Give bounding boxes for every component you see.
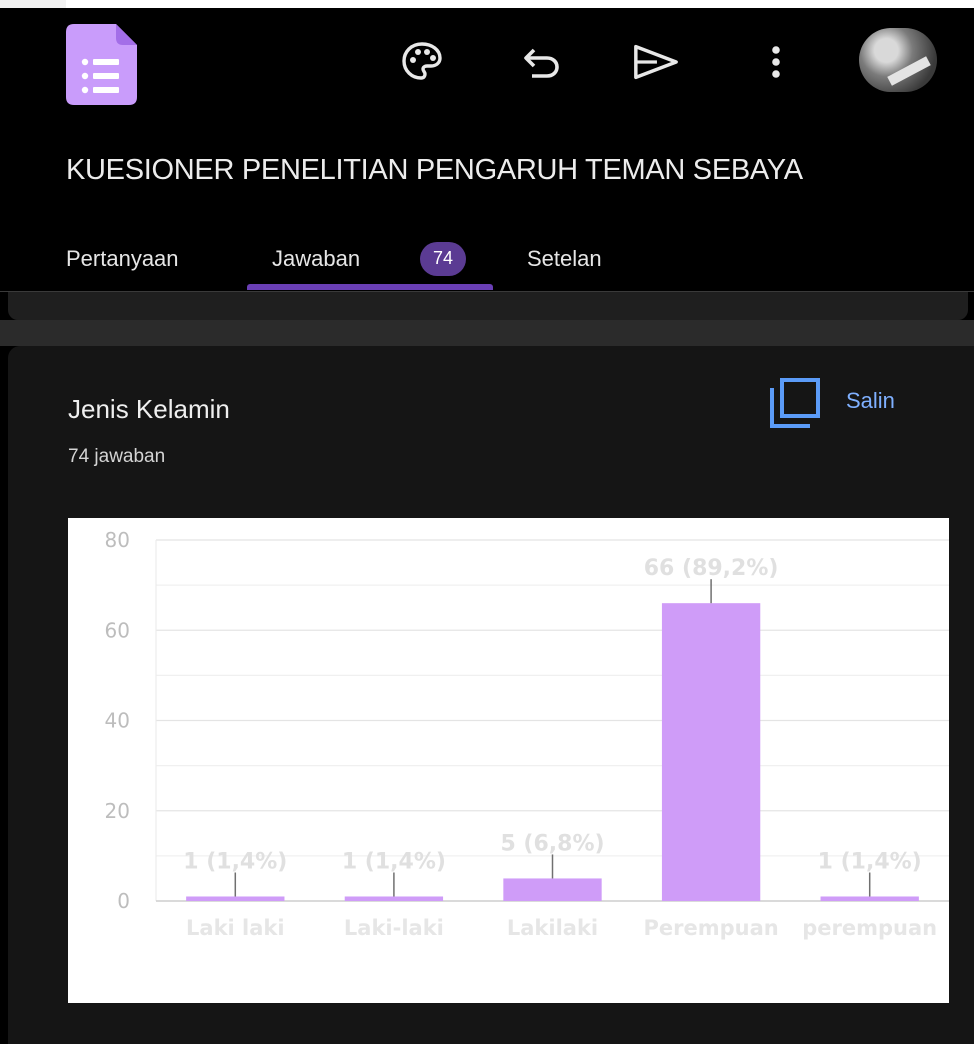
send-icon[interactable] [632,38,680,86]
avatar-detail [887,56,931,86]
bar-chart-svg: 0 20 40 60 80 1 (1,4%) Laki laki 1 (1,4%) Laki-l… [105,528,949,940]
bar [186,896,285,901]
tab-bar: Pertanyaan Jawaban 74 Setelan [0,232,974,294]
y-tick-label: 80 [105,528,130,552]
bar [661,603,761,901]
copy-button[interactable]: Salin [846,388,895,414]
bar [344,896,444,901]
x-category-label: Laki-laki [344,916,444,940]
bar-chart: 0 20 40 60 80 1 (1,4%) Laki laki 1 (1,4%) Laki-l… [68,518,949,1003]
data-label: 66 (89,2%) [644,556,779,581]
question-title: Jenis Kelamin [68,394,230,424]
x-category-label: Lakilaki [507,916,598,940]
data-label: 5 (6,8%) [500,831,604,856]
y-tick-label: 60 [105,618,130,642]
x-category-label: Perempuan [643,916,778,940]
copy-icon[interactable] [768,378,824,430]
bar [503,878,602,901]
undo-icon[interactable] [518,38,566,86]
tab-responses[interactable]: Jawaban [272,246,360,272]
responses-count-badge: 74 [420,242,466,276]
response-count: 74 jawaban [68,446,166,467]
active-tab-indicator [247,284,493,290]
card-gap [0,320,974,346]
form-title: KUESIONER PENELITIAN PENGARUH TEMAN SEBA… [66,154,803,186]
app-bar [0,8,974,108]
y-tick-label: 40 [105,709,130,733]
x-category-label: perempuan [802,916,937,940]
tab-questions[interactable]: Pertanyaan [66,246,179,272]
tab-settings[interactable]: Setelan [527,246,602,272]
data-label: 1 (1,4%) [342,849,446,874]
top-edge [0,0,974,8]
x-category-label: Laki laki [186,916,285,940]
top-edge-corner [0,0,66,8]
y-tick-label: 0 [117,889,130,913]
data-label: 1 (1,4%) [818,849,922,874]
y-tick-label: 20 [105,799,130,823]
bar [820,896,919,901]
data-label: 1 (1,4%) [183,849,287,874]
forms-logo-icon[interactable] [66,24,137,105]
palette-icon[interactable] [398,38,446,86]
more-vert-icon[interactable] [752,38,800,86]
avatar[interactable] [859,28,937,92]
previous-card-edge [8,292,968,320]
